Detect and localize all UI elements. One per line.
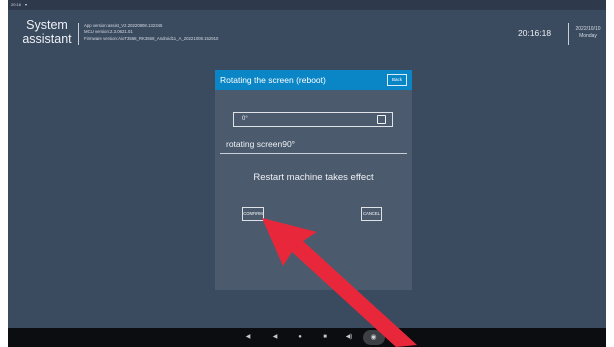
app-title: System assistant [22, 18, 72, 46]
screenshot-button[interactable]: ◉ [363, 330, 385, 345]
firmware-version: Firmware version:AioT3568_RK3568_Android… [84, 35, 219, 41]
device-screen: 20:16 ▾ System assistant App version:assi… [8, 0, 606, 347]
notification-icon: ▾ [25, 2, 28, 7]
rotation-select[interactable]: 0° [233, 112, 393, 127]
confirm-button[interactable]: CONFIRM [242, 207, 264, 221]
header-divider-right [568, 23, 569, 45]
rotate-screen-dialog: Rotating the screen (reboot) Back 0° rot… [215, 70, 412, 290]
rotation-option[interactable]: rotating screen90° [226, 139, 295, 149]
home-icon[interactable]: ● [294, 328, 306, 347]
date: 2022/10/10 [575, 26, 601, 32]
status-time: 20:16 [11, 2, 22, 7]
status-bar: 20:16 ▾ [8, 0, 606, 10]
rotation-select-value: 0° [242, 116, 248, 122]
main-area: System assistant App version:assist_V2.2… [8, 10, 606, 328]
option-underline [220, 153, 407, 154]
date-block: 2022/10/10 Monday [573, 26, 603, 40]
back-icon[interactable]: ◀ [269, 328, 281, 347]
volume-down-icon[interactable]: ◀ [242, 328, 254, 347]
header-divider [78, 23, 79, 45]
dialog-titlebar: Rotating the screen (reboot) Back [215, 70, 412, 90]
restart-notice: Restart machine takes effect [253, 172, 374, 183]
navigation-bar: ◀ ◀ ● ■ ◀) ◉ [8, 328, 606, 347]
volume-up-icon[interactable]: ◀) [343, 328, 355, 347]
checkbox-icon[interactable] [377, 115, 386, 124]
version-info: App version:assist_V2.20220808.132345 MC… [84, 23, 218, 42]
back-button[interactable]: Back [387, 74, 407, 86]
cancel-button[interactable]: CANCEL [361, 207, 382, 221]
weekday: Monday [579, 33, 597, 39]
dialog-title: Rotating the screen (reboot) [220, 75, 326, 85]
screenshot-icon: ◉ [370, 334, 377, 341]
clock-time: 20:16:18 [518, 28, 552, 38]
recent-apps-icon[interactable]: ■ [319, 328, 331, 347]
header: System assistant App version:assist_V2.2… [8, 10, 606, 56]
